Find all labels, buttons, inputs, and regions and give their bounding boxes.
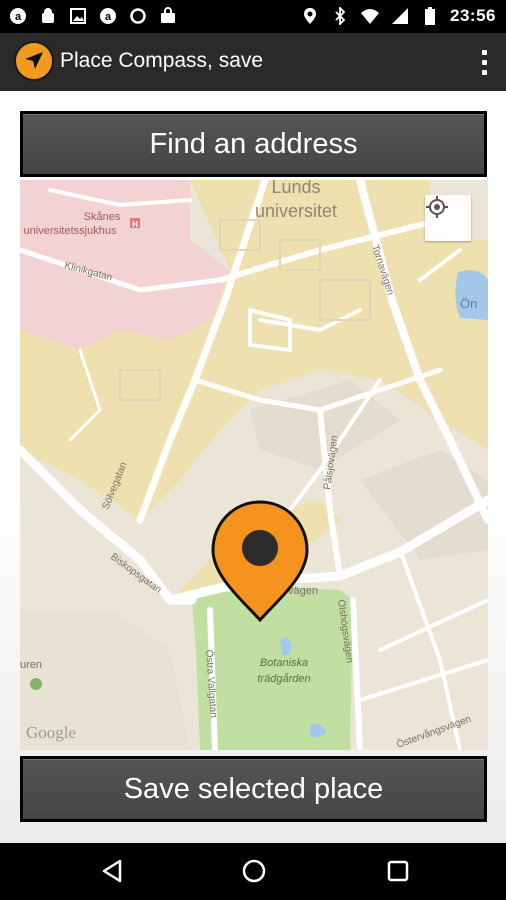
map-label-vagen: vägen [288, 585, 318, 597]
back-triangle-icon[interactable] [98, 857, 126, 885]
map-label-on: Ön [460, 296, 477, 311]
compass-arrow-icon[interactable] [14, 41, 54, 81]
action-bar: Place Compass, save [0, 33, 506, 91]
navigation-bar [0, 843, 506, 900]
map-canvas[interactable]: Lunds universitet Skånes universitetssju… [20, 180, 488, 750]
location-pin-icon [300, 6, 320, 26]
recents-square-icon[interactable] [384, 857, 412, 885]
crosshair-icon [426, 196, 448, 218]
google-logo: Google [26, 723, 76, 742]
map-label-skanes: Skånes [84, 211, 121, 223]
map-label-tradgarden: trädgården [257, 673, 310, 685]
map-label-uren: uren [20, 659, 42, 671]
svg-text:a: a [105, 11, 112, 23]
bluetooth-icon [330, 6, 350, 26]
save-place-label: Save selected place [23, 759, 484, 819]
notification-b-icon: a [98, 6, 118, 26]
android-debug-icon [38, 6, 58, 26]
map-view[interactable]: Lunds universitet Skånes universitetssju… [20, 180, 488, 750]
wifi-icon [360, 6, 380, 26]
home-circle-icon[interactable] [240, 857, 268, 885]
status-bar: a a 23:56 [0, 0, 506, 33]
map-label-sjukhus: universitetssjukhus [24, 225, 117, 237]
sync-circle-icon [128, 6, 148, 26]
shopping-bag-icon [158, 6, 178, 26]
notification-a-icon: a [8, 6, 28, 26]
map-label-universitet: universitet [255, 201, 337, 221]
system-icons: 23:56 [300, 6, 496, 26]
status-clock: 23:56 [450, 6, 496, 25]
find-address-label: Find an address [23, 114, 484, 174]
map-label-lunds: Lunds [271, 180, 320, 197]
svg-text:a: a [15, 11, 22, 23]
overflow-menu-icon[interactable] [476, 45, 492, 79]
cell-signal-icon [390, 6, 410, 26]
notification-icons: a a [8, 6, 178, 26]
app-title: Place Compass, save [60, 49, 264, 72]
svg-text:H: H [132, 220, 138, 229]
find-address-button[interactable]: Find an address [20, 111, 487, 177]
image-icon [68, 6, 88, 26]
my-location-button[interactable] [425, 195, 471, 241]
save-place-button[interactable]: Save selected place [20, 756, 487, 822]
battery-icon [420, 6, 440, 26]
map-label-botaniska: Botaniska [260, 657, 308, 669]
